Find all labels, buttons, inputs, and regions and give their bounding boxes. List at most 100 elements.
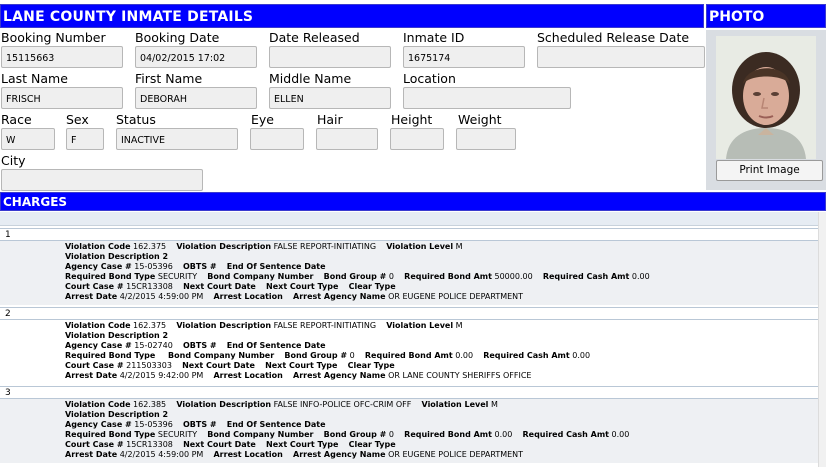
charge-detail-line: Arrest Date 4/2/2015 4:59:00 PM Arrest L… <box>65 450 523 460</box>
middle-name-label: Middle Name <box>269 71 352 86</box>
charge-field-label: Agency Case # <box>65 341 132 350</box>
charge-detail-line: Arrest Date 4/2/2015 4:59:00 PM Arrest L… <box>65 292 523 302</box>
charge-field-label: Arrest Date <box>65 292 118 301</box>
inmate-id-field[interactable]: 1675174 <box>403 46 525 68</box>
booking-date-label: Booking Date <box>135 30 220 45</box>
booking-number-label: Booking Number <box>1 30 106 45</box>
charge-field-value: M <box>490 400 498 409</box>
eye-label: Eye <box>251 112 274 127</box>
hair-field[interactable] <box>316 128 378 150</box>
charge-field-value: SECURITY <box>157 430 198 439</box>
charge-field-value: M <box>455 242 463 251</box>
photo-header: PHOTO <box>706 4 826 28</box>
charge-field-label: Bond Group # <box>323 430 387 439</box>
charge-field-label: Required Bond Type <box>65 430 156 439</box>
charge-field-label: Required Bond Type <box>65 351 156 360</box>
scheduled-release-label: Scheduled Release Date <box>537 30 690 45</box>
charge-field-value: OR LANE COUNTY SHERIFFS OFFICE <box>388 371 532 380</box>
charge-field-value: 4/2/2015 4:59:00 PM <box>119 292 204 301</box>
charges-scrollbar[interactable] <box>818 212 826 467</box>
charge-field-label: Arrest Location <box>213 450 283 459</box>
charge-field-label: Bond Company Number <box>207 272 314 281</box>
charge-field-value: 50000.00 <box>494 272 533 281</box>
charge-detail-line: Arrest Date 4/2/2015 9:42:00 PM Arrest L… <box>65 371 531 381</box>
charge-field-label: Agency Case # <box>65 420 132 429</box>
charge-detail-line: Court Case # 211503303 Next Court Date N… <box>65 361 395 371</box>
charges-header: CHARGES <box>0 192 826 211</box>
charge-field-value: 15-02740 <box>134 341 173 350</box>
middle-name-field[interactable]: ELLEN <box>269 87 391 109</box>
charge-field-label: Violation Description <box>176 321 272 330</box>
charge-detail-line: Agency Case # 15-05396 OBTS # End Of Sen… <box>65 262 326 272</box>
charge-field-value: M <box>455 321 463 330</box>
booking-number-field[interactable]: 15115663 <box>1 46 123 68</box>
status-field[interactable]: INACTIVE <box>116 128 238 150</box>
race-field[interactable]: W <box>1 128 55 150</box>
charge-field-label: Arrest Location <box>213 371 283 380</box>
charge-field-label: Violation Description 2 <box>65 410 169 419</box>
weight-field[interactable] <box>456 128 516 150</box>
last-name-label: Last Name <box>1 71 68 86</box>
sex-field[interactable]: F <box>66 128 104 150</box>
city-field[interactable] <box>1 169 203 191</box>
charge-field-value: 4/2/2015 4:59:00 PM <box>119 450 204 459</box>
charge-field-value: 15CR13308 <box>126 282 173 291</box>
charge-detail-line: Required Bond Type SECURITY Bond Company… <box>65 272 650 282</box>
charge-detail-line: Violation Description 2 <box>65 410 168 420</box>
booking-date-field[interactable]: 04/02/2015 17:02 <box>135 46 257 68</box>
charge-field-label: Violation Level <box>386 321 454 330</box>
height-field[interactable] <box>390 128 444 150</box>
charge-field-label: Arrest Agency Name <box>293 450 386 459</box>
charge-field-label: Court Case # <box>65 282 124 291</box>
charge-field-label: Bond Company Number <box>207 430 314 439</box>
charge-field-value: 0.00 <box>455 351 474 360</box>
charge-field-value: 15-05396 <box>134 262 173 271</box>
charge-field-value: OR EUGENE POLICE DEPARTMENT <box>388 292 524 301</box>
charge-details: Violation Code 162.385 Violation Descrip… <box>0 398 818 463</box>
charge-field-label: OBTS # <box>182 341 217 350</box>
charge-field-value: 15-05396 <box>134 420 173 429</box>
charge-field-label: Arrest Date <box>65 450 118 459</box>
inmate-photo <box>716 36 816 159</box>
charge-field-label: Next Court Type <box>265 361 338 370</box>
last-name-field[interactable]: FRISCH <box>1 87 123 109</box>
scheduled-release-field[interactable] <box>537 46 705 68</box>
hair-label: Hair <box>317 112 343 127</box>
charge-detail-line: Violation Description 2 <box>65 331 168 341</box>
eye-field[interactable] <box>250 128 304 150</box>
height-label: Height <box>391 112 433 127</box>
charge-field-value: 0 <box>388 430 394 439</box>
charge-field-label: Violation Code <box>65 400 131 409</box>
charge-field-label: Next Court Date <box>183 440 256 449</box>
date-released-field[interactable] <box>269 46 391 68</box>
charge-field-label: Next Court Date <box>182 361 255 370</box>
charge-field-label: Arrest Date <box>65 371 118 380</box>
charge-field-label: Violation Description 2 <box>65 252 169 261</box>
status-label: Status <box>116 112 156 127</box>
charge-field-label: Next Court Type <box>266 282 339 291</box>
charge-field-label: Required Bond Amt <box>404 272 492 281</box>
charge-field-value: 0.00 <box>631 272 650 281</box>
charge-field-label: Violation Code <box>65 242 131 251</box>
charge-field-label: Bond Group # <box>323 272 387 281</box>
print-image-button[interactable]: Print Image <box>716 160 823 181</box>
charge-field-label: Clear Type <box>348 440 396 449</box>
charge-item: 2 Violation Code 162.375 Violation Descr… <box>0 307 818 384</box>
charge-field-label: End Of Sentence Date <box>226 262 326 271</box>
first-name-field[interactable]: DEBORAH <box>135 87 257 109</box>
charge-field-label: Arrest Agency Name <box>293 371 386 380</box>
race-label: Race <box>1 112 32 127</box>
location-field[interactable] <box>403 87 571 109</box>
sex-label: Sex <box>66 112 89 127</box>
charge-field-label: Arrest Location <box>213 292 283 301</box>
date-released-label: Date Released <box>269 30 360 45</box>
charge-field-label: Violation Description 2 <box>65 331 169 340</box>
charge-field-value: 0.00 <box>611 430 630 439</box>
charge-field-label: Clear Type <box>348 282 396 291</box>
charge-field-value: 0 <box>388 272 394 281</box>
charge-field-label: OBTS # <box>182 420 217 429</box>
charge-field-value: 162.375 <box>133 242 167 251</box>
charge-field-label: Court Case # <box>65 361 124 370</box>
city-label: City <box>1 153 26 168</box>
charge-field-value: FALSE REPORT-INITIATING <box>273 242 377 251</box>
